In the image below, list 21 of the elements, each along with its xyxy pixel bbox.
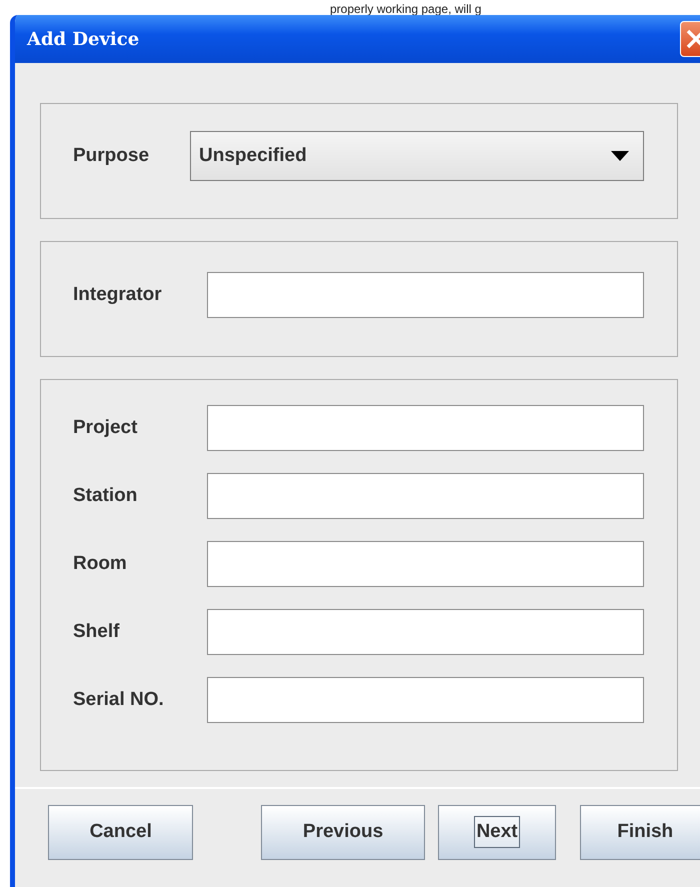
text-field[interactable] [207, 609, 644, 655]
text-field[interactable] [207, 541, 644, 587]
window-title: Add Device [26, 28, 140, 50]
text-field[interactable] [207, 272, 644, 318]
dialog-button[interactable]: Previous [261, 804, 425, 860]
field-label: Room [73, 553, 128, 575]
dialog-button[interactable]: Finish [580, 804, 700, 860]
close-icon [686, 29, 700, 49]
dialog-button[interactable]: Next [438, 804, 556, 860]
field-label: Shelf [73, 621, 120, 643]
field-label: Purpose [73, 145, 150, 167]
purpose-dropdown[interactable]: Unspecified [190, 131, 644, 181]
dialog-button[interactable]: Cancel [48, 804, 194, 860]
field-label: Station [73, 485, 138, 507]
dropdown-arrow-icon [611, 151, 629, 161]
text-field[interactable] [207, 473, 644, 519]
field-label: Serial NO. [73, 689, 165, 711]
field-label: Integrator [73, 284, 163, 306]
text-field[interactable] [207, 405, 644, 451]
field-label: Project [73, 417, 138, 439]
text-field[interactable] [207, 677, 644, 723]
